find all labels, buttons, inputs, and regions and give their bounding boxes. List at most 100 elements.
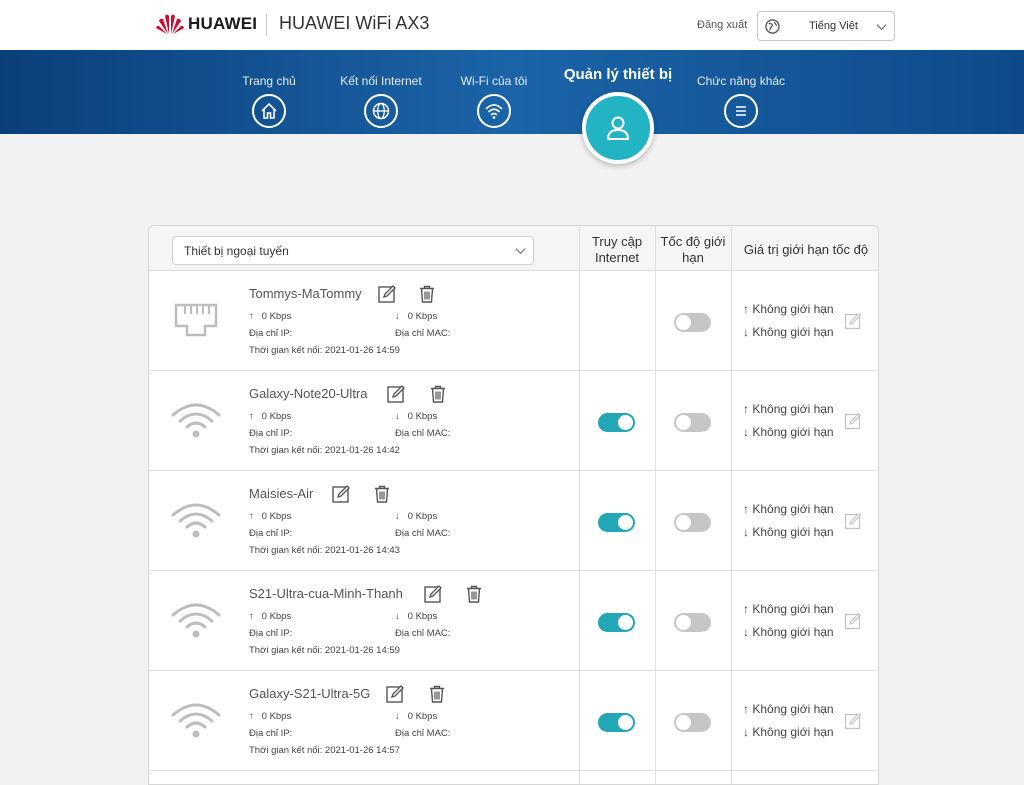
upload-rate: ↑ 0 Kbps xyxy=(249,711,291,722)
globe-icon xyxy=(765,19,780,34)
edit-name-icon[interactable] xyxy=(386,384,406,404)
edit-name-icon[interactable] xyxy=(423,584,443,604)
toggle-knob xyxy=(618,715,633,730)
download-limit: ↓ Không giới hạn xyxy=(743,725,834,739)
table-row: Galaxy-Note20-Ultra ↑ 0 Kbps ↓ 0 Kbps Địa c… xyxy=(149,371,878,471)
upload-limit-value: Không giới hạn xyxy=(752,602,834,616)
device-filter-select[interactable]: Thiết bị ngoại tuyến xyxy=(172,236,534,265)
speed-limit-toggle[interactable] xyxy=(674,713,711,732)
toggle-knob xyxy=(676,515,691,530)
upload-limit: ↑ Không giới hạn xyxy=(743,302,834,316)
upload-limit: ↑ Không giới hạn xyxy=(743,402,834,416)
upload-rate: ↑ 0 Kbps xyxy=(249,411,291,422)
upload-rate-value: 0 Kbps xyxy=(261,411,292,422)
device-table: Thiết bị ngoại tuyến Truy cập Internet T… xyxy=(148,225,879,785)
internet-access-toggle[interactable] xyxy=(598,713,635,732)
table-row: Maisies-Air ↑ 0 Kbps ↓ 0 Kbps Địa chỉ IP: Đị… xyxy=(149,471,878,571)
edit-limit-icon[interactable] xyxy=(844,412,862,430)
ethernet-device-icon xyxy=(171,301,221,341)
arrow-up-icon: ↑ xyxy=(249,311,254,322)
internet-access-toggle[interactable] xyxy=(598,513,635,532)
delete-icon[interactable] xyxy=(464,584,484,604)
speed-limit-toggle[interactable] xyxy=(674,413,711,432)
logout-link[interactable]: Đăng xuất xyxy=(697,19,747,31)
download-limit: ↓ Không giới hạn xyxy=(743,625,834,639)
edit-limit-icon[interactable] xyxy=(844,512,862,530)
nav-item-home[interactable]: Trang chủ xyxy=(214,74,324,128)
arrow-up-icon: ↑ xyxy=(743,402,749,416)
arrow-up-icon: ↑ xyxy=(249,411,254,422)
nav-item-internet[interactable]: Kết nối Internet xyxy=(326,74,436,128)
download-rate: ↓ 0 Kbps xyxy=(395,311,437,322)
upload-rate-value: 0 Kbps xyxy=(261,311,292,322)
arrow-up-icon: ↑ xyxy=(249,611,254,622)
arrow-down-icon: ↓ xyxy=(743,625,749,639)
download-limit: ↓ Không giới hạn xyxy=(743,425,834,439)
language-label: Tiếng Việt xyxy=(809,20,858,32)
arrow-down-icon: ↓ xyxy=(743,325,749,339)
device-name: S21-Ultra-cua-Minh-Thanh xyxy=(249,586,403,601)
delete-icon[interactable] xyxy=(372,484,392,504)
edit-name-icon[interactable] xyxy=(385,684,405,704)
download-limit-value: Không giới hạn xyxy=(752,525,834,539)
upload-limit-value: Không giới hạn xyxy=(752,302,834,316)
connection-time: Thời gian kết nối: 2021-01-26 14:43 xyxy=(249,545,400,556)
arrow-down-icon: ↓ xyxy=(395,511,400,522)
delete-icon[interactable] xyxy=(428,384,448,404)
upload-limit: ↑ Không giới hạn xyxy=(743,602,834,616)
column-header-speed-limit: Tốc độ giới hạn xyxy=(660,234,726,265)
delete-icon[interactable] xyxy=(417,284,437,304)
nav-item-devices[interactable] xyxy=(582,92,654,164)
edit-name-icon[interactable] xyxy=(377,284,397,304)
ip-label: Địa chỉ IP: xyxy=(249,528,293,539)
arrow-down-icon: ↓ xyxy=(743,525,749,539)
delete-icon[interactable] xyxy=(427,684,447,704)
download-rate-value: 0 Kbps xyxy=(407,611,438,622)
wifi-device-icon xyxy=(171,501,221,541)
edit-limit-icon[interactable] xyxy=(844,612,862,630)
download-rate-value: 0 Kbps xyxy=(407,311,438,322)
menu-icon xyxy=(724,94,758,128)
nav-item-label: Kết nối Internet xyxy=(340,74,422,88)
huawei-logo: HUAWEI xyxy=(156,13,257,35)
nav-item-wifi[interactable]: Wi-Fi của tôi xyxy=(439,74,549,128)
toggle-knob xyxy=(618,515,633,530)
nav-item-more[interactable]: Chức năng khác xyxy=(686,74,796,128)
ip-label: Địa chỉ IP: xyxy=(249,728,293,739)
mac-label: Địa chỉ MAC: xyxy=(395,628,451,639)
main-nav: Trang chủ Kết nối Internet Wi-Fi của tôi… xyxy=(0,50,1024,134)
download-limit-value: Không giới hạn xyxy=(752,725,834,739)
nav-item-devices-label: Quản lý thiết bị xyxy=(563,66,673,83)
download-rate: ↓ 0 Kbps xyxy=(395,411,437,422)
speed-limit-toggle[interactable] xyxy=(674,613,711,632)
arrow-down-icon: ↓ xyxy=(743,725,749,739)
download-limit-value: Không giới hạn xyxy=(752,425,834,439)
toggle-knob xyxy=(618,415,633,430)
internet-access-toggle[interactable] xyxy=(598,413,635,432)
edit-limit-icon[interactable] xyxy=(844,712,862,730)
product-title: HUAWEI WiFi AX3 xyxy=(279,13,430,33)
device-name: Tommys-MaTommy xyxy=(249,286,362,301)
mac-label: Địa chỉ MAC: xyxy=(395,328,451,339)
arrow-up-icon: ↑ xyxy=(249,711,254,722)
nav-item-label: Trang chủ xyxy=(242,74,296,88)
ip-label: Địa chỉ IP: xyxy=(249,628,293,639)
language-select[interactable]: Tiếng Việt xyxy=(757,11,895,41)
download-limit: ↓ Không giới hạn xyxy=(743,525,834,539)
download-rate: ↓ 0 Kbps xyxy=(395,611,437,622)
connection-time: Thời gian kết nối: 2021-01-26 14:59 xyxy=(249,345,400,356)
speed-limit-toggle[interactable] xyxy=(674,313,711,332)
arrow-up-icon: ↑ xyxy=(249,511,254,522)
toggle-knob xyxy=(618,615,633,630)
top-header: HUAWEI HUAWEI WiFi AX3 Đăng xuất Tiếng V… xyxy=(0,0,1024,50)
toggle-knob xyxy=(676,415,691,430)
arrow-up-icon: ↑ xyxy=(743,302,749,316)
arrow-up-icon: ↑ xyxy=(743,702,749,716)
upload-limit-value: Không giới hạn xyxy=(752,502,834,516)
column-header-limit-value: Giá trị giới hạn tốc độ xyxy=(743,242,869,257)
nav-item-label: Chức năng khác xyxy=(696,74,786,88)
internet-access-toggle[interactable] xyxy=(598,613,635,632)
edit-limit-icon[interactable] xyxy=(844,312,862,330)
speed-limit-toggle[interactable] xyxy=(674,513,711,532)
edit-name-icon[interactable] xyxy=(331,484,351,504)
